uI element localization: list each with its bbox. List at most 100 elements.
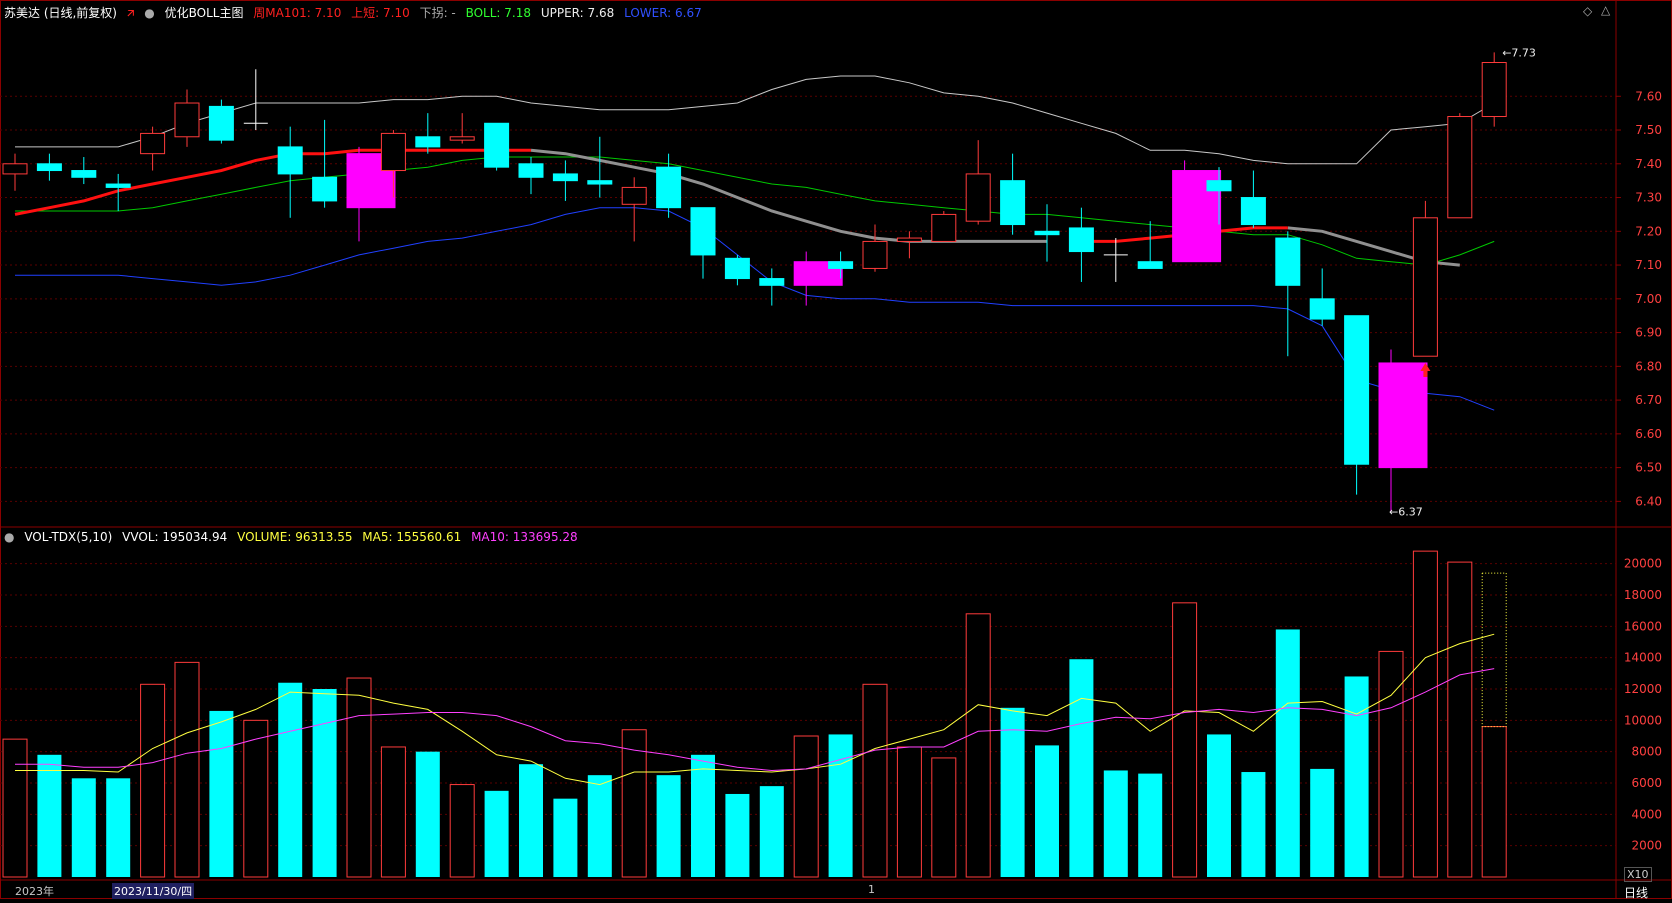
volume-bar <box>1000 707 1025 877</box>
candle <box>1481 52 1507 127</box>
candle-body <box>2 163 28 175</box>
candle <box>793 251 843 306</box>
volume-bar <box>553 798 578 877</box>
volume-bar <box>931 757 957 878</box>
volume-bar <box>1378 650 1404 878</box>
volume-bar <box>1412 550 1438 878</box>
volume-tick-label: 6000 <box>1631 776 1662 790</box>
volume-bar <box>278 682 303 877</box>
period-label[interactable]: 日线 <box>1624 884 1648 901</box>
upper-value: UPPER: 7.68 <box>540 6 615 20</box>
collapse-icon[interactable]: △ <box>1601 3 1610 17</box>
volume-bar <box>1172 602 1198 878</box>
candle-body <box>105 183 131 188</box>
candle <box>587 136 613 198</box>
candle-body <box>1309 298 1335 320</box>
candle <box>1172 160 1222 263</box>
volume-bar <box>793 735 819 878</box>
diamond-icon[interactable]: ◇ <box>1583 4 1592 18</box>
price-tick-label: 6.80 <box>1635 359 1662 373</box>
volume-bar <box>1310 768 1335 877</box>
candle-body <box>965 173 991 222</box>
price-header: 苏美达 (日线,前复权) 🡭 ● 优化BOLL主图 周MA101: 7.10 上… <box>4 4 708 25</box>
volume-bar <box>106 778 131 877</box>
volume-bar <box>691 754 715 877</box>
volume-bar <box>1241 772 1266 877</box>
settings-dot-icon[interactable]: ● <box>4 530 14 544</box>
volume-bar <box>1035 745 1059 877</box>
settings-dot-icon[interactable]: ● <box>144 6 154 20</box>
volume-bar <box>965 613 991 878</box>
candle <box>415 113 441 154</box>
candle-body <box>587 180 613 185</box>
candle-body <box>828 261 854 269</box>
volume-header: ● VOL-TDX(5,10) VVOL: 195034.94 VOLUME: … <box>4 530 584 544</box>
volume-bar <box>1344 676 1369 877</box>
volume-bar <box>725 793 750 877</box>
candle-body <box>140 132 166 155</box>
candle-body <box>1344 315 1370 465</box>
candle <box>965 140 991 225</box>
volume-indicator-name[interactable]: VOL-TDX(5,10) <box>24 530 112 544</box>
volume-bar <box>484 790 509 877</box>
indicator-name[interactable]: 优化BOLL主图 <box>165 6 244 20</box>
candle <box>552 160 578 201</box>
candle <box>1309 268 1335 326</box>
candle-body <box>208 105 234 141</box>
low-marker-label: ←6.37 <box>1389 505 1423 518</box>
volume-tick-label: 8000 <box>1631 745 1662 759</box>
candle-body <box>690 207 716 256</box>
stock-title[interactable]: 苏美达 (日线,前复权) <box>4 6 117 20</box>
candle <box>71 157 97 185</box>
candle <box>449 113 475 144</box>
candle-body <box>415 136 441 148</box>
price-tick-label: 6.40 <box>1635 494 1662 508</box>
volume-bar <box>449 784 475 878</box>
candle-body <box>1206 180 1232 192</box>
axis-layer: 6.40 6.50 6.60 6.70 6.80 6.90 7.00 7.10 7.20 7.30… <box>1616 89 1662 853</box>
price-tick-label: 7.50 <box>1635 123 1662 137</box>
vol-ma5-line <box>15 633 1495 786</box>
volume-bar <box>828 734 853 877</box>
volume-tick-label: 20000 <box>1624 557 1662 571</box>
up-break-value: 上短: 7.10 <box>351 6 410 20</box>
volume-bar <box>1207 734 1231 877</box>
volume-bar <box>312 689 337 877</box>
volume-bar <box>346 677 372 878</box>
scale-x10-label[interactable]: X10 <box>1624 867 1652 882</box>
candle <box>174 89 200 147</box>
volume-bar <box>1103 770 1128 877</box>
volume-bar <box>209 710 234 877</box>
price-tick-label: 7.00 <box>1635 292 1662 306</box>
volume-bar <box>2 738 28 878</box>
candle-body <box>1481 62 1507 118</box>
volume-bar <box>71 778 96 877</box>
volume-bar <box>1275 629 1300 877</box>
candle-body <box>518 163 544 178</box>
price-tick-label: 7.20 <box>1635 224 1662 238</box>
candle-body <box>484 122 510 168</box>
volume-bar <box>37 754 62 877</box>
price-tick-label: 6.60 <box>1635 427 1662 441</box>
candle-body <box>862 240 888 269</box>
volume-bar <box>759 786 784 877</box>
volume-bar <box>243 719 269 878</box>
candle-body <box>1137 261 1163 269</box>
candle <box>1000 153 1026 235</box>
price-tick-label: 7.10 <box>1635 258 1662 272</box>
volume-tick-label: 2000 <box>1631 839 1662 853</box>
candle <box>1275 231 1301 357</box>
candle-body <box>71 170 97 178</box>
volume-bar <box>587 775 612 877</box>
volume-bar <box>140 683 166 878</box>
price-tick-label: 7.30 <box>1635 191 1662 205</box>
stock-chart-svg[interactable]: ←7.73 ←6.37 6.40 6.50 6.60 6.70 6.80 6.90 7.00 7… <box>0 0 1672 899</box>
volume-bar <box>1447 561 1473 878</box>
candle-body <box>724 257 750 280</box>
candle <box>896 231 922 259</box>
volume-bar <box>1069 659 1094 877</box>
candle-body <box>36 163 62 172</box>
ma101-value: 周MA101: 7.10 <box>253 6 342 20</box>
candle-body <box>1412 217 1438 357</box>
candle <box>724 254 750 286</box>
